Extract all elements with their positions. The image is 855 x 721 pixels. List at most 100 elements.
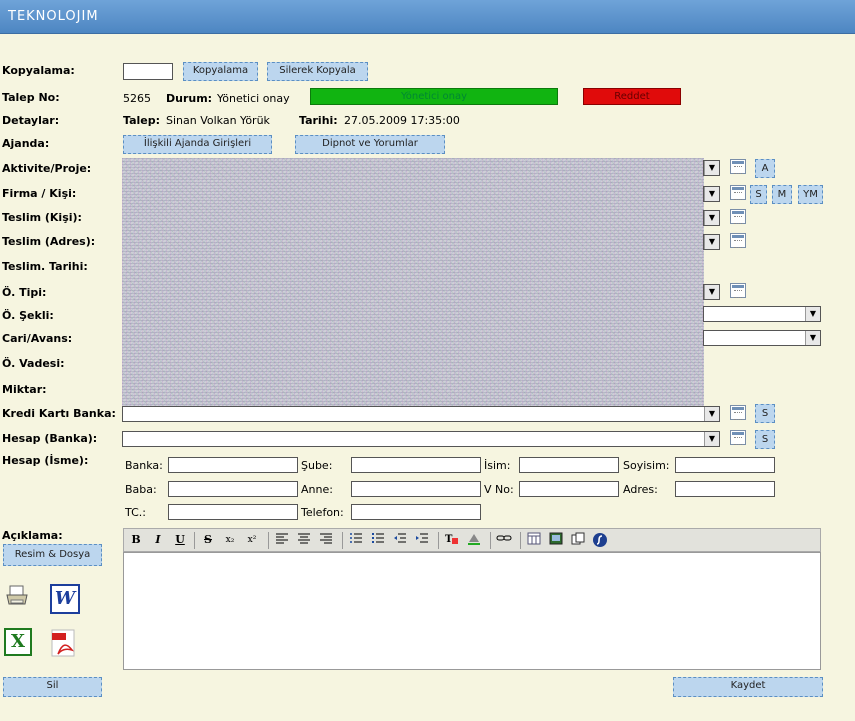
notes-comments-button[interactable]: Dipnot ve Yorumlar — [295, 135, 445, 154]
outdent-icon[interactable] — [392, 532, 408, 548]
word-icon[interactable]: W — [50, 584, 80, 614]
credit-bank-select[interactable]: ▼ — [122, 406, 720, 422]
tc-field[interactable] — [168, 504, 298, 520]
calendar-icon[interactable] — [730, 233, 746, 248]
calendar-icon[interactable] — [730, 185, 746, 200]
copy-label: Kopyalama: — [2, 64, 75, 77]
align-right-icon[interactable] — [318, 532, 334, 548]
name-field-label: İsim: — [484, 459, 511, 472]
company-ym-button[interactable]: YM — [798, 185, 823, 204]
branch-field-label: Şube: — [301, 459, 333, 472]
italic-button[interactable]: I — [150, 532, 166, 548]
delivery-person-select-arrow[interactable]: ▼ — [703, 210, 720, 226]
phone-field[interactable] — [351, 504, 481, 520]
account-bank-s-button[interactable]: S — [755, 430, 775, 449]
copy-doc-icon[interactable] — [570, 532, 586, 548]
chevron-down-icon: ▼ — [704, 211, 719, 225]
details-label: Detaylar: — [2, 114, 60, 127]
approve-button[interactable]: Yönetici onay — [310, 88, 558, 105]
indent-icon[interactable] — [414, 532, 430, 548]
bank-field-label: Banka: — [125, 459, 163, 472]
chevron-down-icon: ▼ — [805, 331, 820, 345]
date-label: Tarihi: — [299, 114, 338, 127]
strikethrough-button[interactable]: S — [200, 532, 216, 548]
request-no-label: Talep No: — [2, 91, 60, 104]
calendar-icon[interactable] — [730, 283, 746, 298]
related-agenda-button[interactable]: İlişkili Ajanda Girişleri — [123, 135, 272, 154]
chevron-down-icon: ▼ — [704, 285, 719, 299]
delivery-address-select-arrow[interactable]: ▼ — [703, 234, 720, 250]
account-bank-select[interactable]: ▼ — [122, 431, 720, 447]
calendar-icon[interactable] — [730, 159, 746, 174]
subscript-button[interactable]: x₂ — [222, 532, 238, 548]
description-editor[interactable] — [123, 552, 821, 670]
credit-bank-s-button[interactable]: S — [755, 404, 775, 423]
chevron-down-icon: ▼ — [704, 432, 719, 446]
toolbar-separator — [342, 532, 343, 549]
excel-icon[interactable]: X — [4, 628, 32, 656]
company-s-button[interactable]: S — [750, 185, 767, 204]
mother-field[interactable] — [351, 481, 481, 497]
activity-a-button[interactable]: A — [755, 159, 775, 178]
copy-input[interactable] — [123, 63, 173, 80]
link-icon[interactable] — [496, 532, 512, 548]
toolbar-separator — [268, 532, 269, 549]
attach-button[interactable]: Resim & Dosya — [3, 544, 102, 566]
surname-field[interactable] — [675, 457, 775, 473]
calendar-icon[interactable] — [730, 209, 746, 224]
unordered-list-icon[interactable] — [370, 532, 386, 548]
align-left-icon[interactable] — [274, 532, 290, 548]
delivery-person-label: Teslim (Kişi): — [2, 211, 82, 224]
calendar-icon[interactable] — [730, 430, 746, 445]
company-m-button[interactable]: M — [772, 185, 792, 204]
delete-button[interactable]: Sil — [3, 677, 102, 697]
calendar-icon[interactable] — [730, 405, 746, 420]
pay-form-select[interactable]: ▼ — [703, 306, 821, 322]
amount-label: Miktar: — [2, 383, 47, 396]
text-color-icon[interactable]: T — [444, 532, 460, 548]
obscured-region — [122, 158, 704, 408]
activity-select-arrow[interactable]: ▼ — [703, 160, 720, 176]
chevron-down-icon: ▼ — [704, 161, 719, 175]
pay-type-select-arrow[interactable]: ▼ — [703, 284, 720, 300]
taxno-field-label: V No: — [484, 483, 514, 496]
app-header: TEKNOLOJIM — [0, 0, 855, 34]
mother-field-label: Anne: — [301, 483, 333, 496]
editor-toolbar: B I U S x₂ x² T — [123, 528, 821, 552]
company-select-arrow[interactable]: ▼ — [703, 186, 720, 202]
address-field[interactable] — [675, 481, 775, 497]
surname-field-label: Soyisim: — [623, 459, 670, 472]
branch-field[interactable] — [351, 457, 481, 473]
company-label: Firma / Kişi: — [2, 187, 77, 200]
description-label: Açıklama: — [2, 529, 63, 542]
name-field[interactable] — [519, 457, 619, 473]
background-color-icon[interactable] — [466, 532, 482, 548]
table-icon[interactable] — [526, 532, 542, 548]
image-icon[interactable] — [548, 532, 564, 548]
taxno-field[interactable] — [519, 481, 619, 497]
bank-field[interactable] — [168, 457, 298, 473]
due-label: Ö. Vadesi: — [2, 357, 65, 370]
reject-button[interactable]: Reddet — [583, 88, 681, 105]
superscript-button[interactable]: x² — [244, 532, 260, 548]
save-button[interactable]: Kaydet — [673, 677, 823, 697]
father-field[interactable] — [168, 481, 298, 497]
toolbar-separator — [520, 532, 521, 549]
copy-button[interactable]: Kopyalama — [183, 62, 258, 81]
align-center-icon[interactable] — [296, 532, 312, 548]
toolbar-separator — [438, 532, 439, 549]
printer-icon[interactable] — [4, 583, 30, 609]
pdf-icon[interactable] — [50, 628, 78, 658]
toolbar-separator — [490, 532, 491, 549]
delivery-date-label: Teslim. Tarihi: — [2, 260, 88, 273]
bold-button[interactable]: B — [128, 532, 144, 548]
date-value: 27.05.2009 17:35:00 — [344, 114, 460, 127]
underline-button[interactable]: U — [172, 532, 188, 548]
phone-field-label: Telefon: — [301, 506, 344, 519]
current-select[interactable]: ▼ — [703, 330, 821, 346]
ordered-list-icon[interactable] — [348, 532, 364, 548]
status-value: Yönetici onay — [217, 92, 290, 105]
account-bank-label: Hesap (Banka): — [2, 432, 98, 445]
delete-copy-button[interactable]: Silerek Kopyala — [267, 62, 368, 81]
flash-icon[interactable] — [592, 532, 608, 548]
